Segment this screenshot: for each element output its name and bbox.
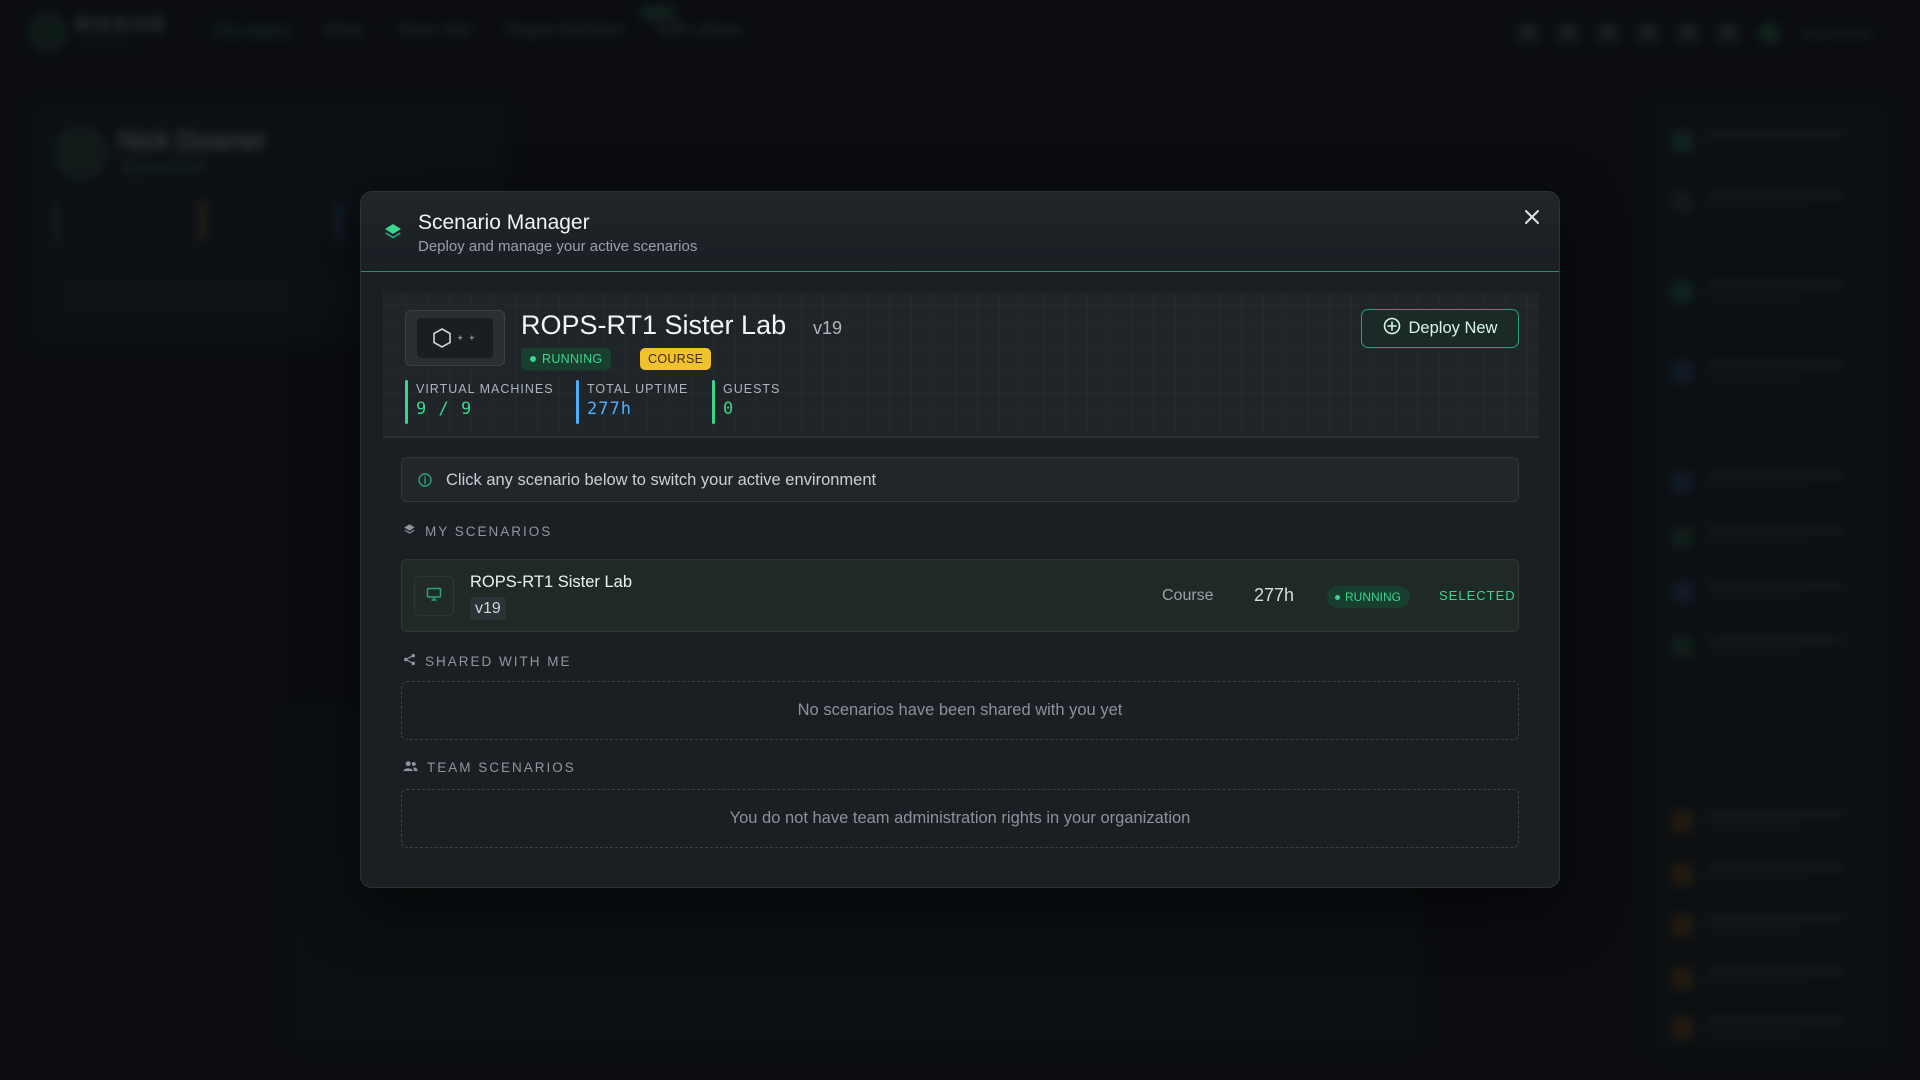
deploy-new-label: Deploy New [1408,319,1498,337]
modal-subtitle: Deploy and manage your active scenarios [418,238,698,255]
scenario-name: ROPS-RT1 Sister Lab [470,573,633,591]
scenario-version: v19 [470,597,506,620]
stat-label: TOTAL UPTIME [587,382,689,396]
share-icon [403,653,416,669]
status-badge: RUNNING [521,348,612,370]
stat-virtual-machines: VIRTUAL MACHINES 9 / 9 [405,380,554,424]
type-badge: COURSE [640,348,712,370]
layers-icon [383,222,403,242]
active-environment-card: + + ROPS-RT1 Sister Lab v19 RUNNING COUR… [383,292,1539,438]
layers-icon [403,523,416,539]
stat-label: VIRTUAL MACHINES [416,382,554,396]
shared-empty-state: No scenarios have been shared with you y… [401,681,1519,740]
shared-with-me-heading: SHARED WITH ME [403,653,572,669]
active-scenario-version: v19 [813,318,843,338]
stat-total-uptime: TOTAL UPTIME 277h [576,380,688,424]
section-label: MY SCENARIOS [425,523,553,539]
thumbnail-plus: + + [457,333,477,343]
scenario-manager-modal: Scenario Manager Deploy and manage your … [360,191,1560,888]
section-label: TEAM SCENARIOS [427,760,576,775]
hexagon-logo-icon [433,328,452,348]
stat-label: GUESTS [723,382,781,396]
scenario-row[interactable]: ROPS-RT1 Sister Lab v19 Course 277h RUNN… [401,559,1519,632]
stat-value: 9 / 9 [416,399,473,419]
modal-title: Scenario Manager [418,211,590,234]
plus-circle-icon [1383,317,1401,340]
scenario-thumbnail: + + [405,310,505,366]
stat-guests: GUESTS 0 [712,380,780,424]
scenario-type: Course [1162,587,1214,604]
my-scenarios-heading: MY SCENARIOS [403,523,552,539]
monitor-icon [426,587,442,606]
section-label: SHARED WITH ME [425,653,572,669]
modal-header: Scenario Manager Deploy and manage your … [361,192,1559,272]
close-icon [1524,209,1540,230]
stat-value: 277h [587,399,632,419]
deploy-new-button[interactable]: Deploy New [1361,309,1519,348]
info-banner: Click any scenario below to switch your … [401,457,1519,502]
info-text: Click any scenario below to switch your … [446,471,877,489]
selected-label: SELECTED [1439,588,1516,603]
scenario-status-badge: RUNNING [1327,586,1410,608]
users-icon [403,760,418,775]
team-empty-state: You do not have team administration righ… [401,789,1519,848]
active-scenario-name: ROPS-RT1 Sister Lab [521,310,787,340]
info-icon [418,473,432,487]
stat-value: 0 [723,399,735,419]
close-button[interactable] [1519,206,1545,232]
scenario-icon-box [414,576,454,616]
team-scenarios-heading: TEAM SCENARIOS [403,760,576,775]
scenario-uptime: 277h [1254,585,1295,605]
